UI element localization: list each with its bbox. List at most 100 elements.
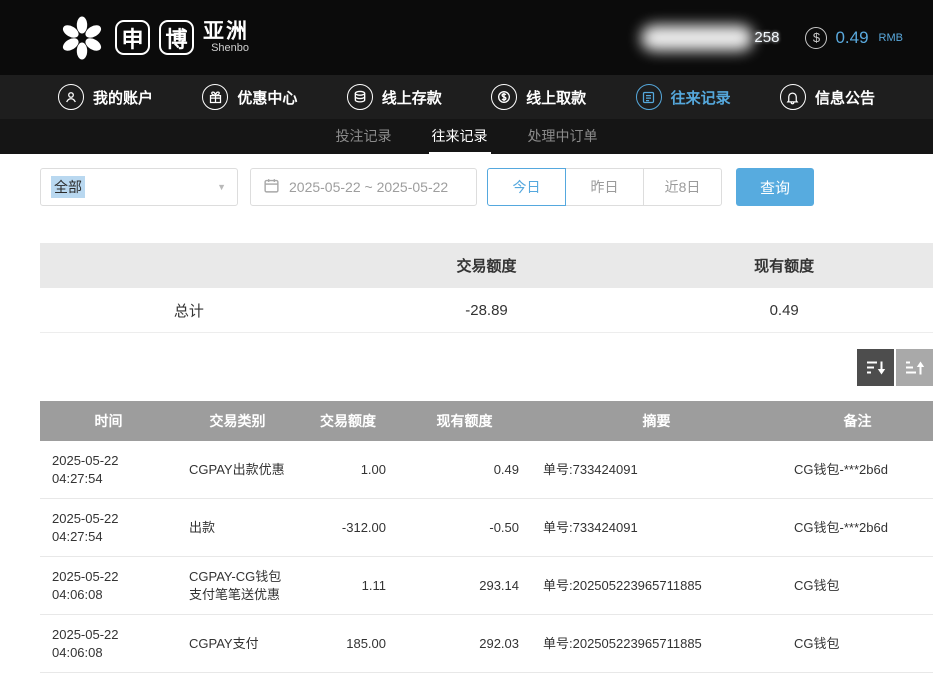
cell-time: 2025-05-22 04:04:21 bbox=[40, 673, 177, 682]
cell-note: CG钱包-***2b6d bbox=[782, 499, 933, 557]
bell-icon bbox=[780, 84, 806, 110]
nav-label: 线上存款 bbox=[382, 87, 442, 108]
nav-item-my-account[interactable]: 我的账户 bbox=[58, 84, 153, 110]
nav-item-promotions[interactable]: 优惠中心 bbox=[202, 84, 297, 110]
nav-label: 往来记录 bbox=[671, 87, 731, 108]
cell-type: CGPAY出款优惠 bbox=[177, 441, 298, 499]
summary-header-amount: 交易额度 bbox=[338, 243, 636, 288]
summary-table: 交易额度 现有额度 总计 -28.89 0.49 bbox=[40, 243, 933, 333]
cell-note: CG钱包 bbox=[782, 557, 933, 615]
cell-amount: 28.00 bbox=[298, 673, 398, 682]
tab-transaction-records[interactable]: 往来记录 bbox=[429, 119, 491, 154]
cell-note bbox=[782, 673, 933, 682]
cell-time: 2025-05-22 04:27:54 bbox=[40, 499, 177, 557]
main-navigation: 我的账户 优惠中心 线上存款 线上取款 bbox=[0, 75, 933, 119]
table-row: 2025-05-22 04:06:08 CGPAY支付 185.00 292.0… bbox=[40, 615, 933, 673]
nav-label: 线上取款 bbox=[526, 87, 586, 108]
cell-summary: 电子钱包月月返现_0520 bbox=[531, 673, 782, 682]
balance-display[interactable]: $ 0.49 RMB bbox=[805, 27, 903, 49]
cell-balance: 107.03 bbox=[398, 673, 531, 682]
dollar-coin-icon: $ bbox=[805, 27, 827, 49]
transaction-records-table: 时间 交易类别 交易额度 现有额度 摘要 备注 2025-05-22 04:27… bbox=[40, 401, 933, 682]
date-range-picker[interactable]: 2025-05-22 ~ 2025-05-22 bbox=[250, 168, 477, 206]
today-button[interactable]: 今日 bbox=[487, 168, 566, 206]
summary-header-row: 交易额度 现有额度 bbox=[40, 243, 933, 288]
cell-amount: 185.00 bbox=[298, 615, 398, 673]
gift-icon bbox=[202, 84, 228, 110]
cell-type: 出款 bbox=[177, 499, 298, 557]
cell-type: CGPAY-CG钱包支付笔笔送优惠 bbox=[177, 557, 298, 615]
nav-label: 优惠中心 bbox=[237, 87, 297, 108]
cell-amount: -312.00 bbox=[298, 499, 398, 557]
records-icon bbox=[636, 84, 662, 110]
tab-processing-orders[interactable]: 处理中订单 bbox=[525, 119, 601, 154]
transaction-type-select[interactable]: 全部 ▼ bbox=[40, 168, 238, 206]
summary-total-row: 总计 -28.89 0.49 bbox=[40, 288, 933, 333]
summary-total-amount: -28.89 bbox=[338, 288, 636, 332]
account-blur-blob bbox=[641, 25, 753, 51]
col-header-time: 时间 bbox=[40, 401, 177, 441]
cell-summary: 单号:202505223965711885 bbox=[531, 615, 782, 673]
flower-logo-icon bbox=[58, 14, 106, 62]
records-header-row: 时间 交易类别 交易额度 现有额度 摘要 备注 bbox=[40, 401, 933, 441]
balance-currency: RMB bbox=[879, 32, 903, 44]
cell-summary: 单号:202505223965711885 bbox=[531, 557, 782, 615]
tab-betting-records[interactable]: 投注记录 bbox=[333, 119, 395, 154]
col-header-amount: 交易额度 bbox=[298, 401, 398, 441]
nav-label: 信息公告 bbox=[815, 87, 875, 108]
cell-type: 存款/取款/打码/损益 bbox=[177, 673, 298, 682]
chevron-down-icon: ▼ bbox=[217, 182, 226, 192]
table-row: 2025-05-22 04:27:54 CGPAY出款优惠 1.00 0.49 … bbox=[40, 441, 933, 499]
col-header-summary: 摘要 bbox=[531, 401, 782, 441]
yesterday-button[interactable]: 昨日 bbox=[565, 168, 644, 206]
nav-item-deposit[interactable]: 线上存款 bbox=[347, 84, 442, 110]
cell-balance: -0.50 bbox=[398, 499, 531, 557]
sub-navigation: 投注记录 往来记录 处理中订单 bbox=[0, 119, 933, 154]
selected-type: 全部 bbox=[51, 176, 85, 198]
cell-balance: 0.49 bbox=[398, 441, 531, 499]
last-8-days-button[interactable]: 近8日 bbox=[643, 168, 722, 206]
cell-note: CG钱包-***2b6d bbox=[782, 441, 933, 499]
date-range-value: 2025-05-22 ~ 2025-05-22 bbox=[289, 179, 448, 195]
balance-amount: 0.49 bbox=[835, 28, 868, 48]
cell-time: 2025-05-22 04:27:54 bbox=[40, 441, 177, 499]
cell-amount: 1.11 bbox=[298, 557, 398, 615]
col-header-balance: 现有额度 bbox=[398, 401, 531, 441]
coins-icon bbox=[347, 84, 373, 110]
filter-bar: 全部 ▼ 2025-05-22 ~ 2025-05-22 今日 昨日 近8日 查… bbox=[40, 168, 933, 206]
cell-type: CGPAY支付 bbox=[177, 615, 298, 673]
banknote-icon bbox=[491, 84, 517, 110]
col-header-note: 备注 bbox=[782, 401, 933, 441]
nav-item-transaction-records[interactable]: 往来记录 bbox=[636, 84, 731, 110]
cell-summary: 单号:733424091 bbox=[531, 441, 782, 499]
cell-time: 2025-05-22 04:06:08 bbox=[40, 615, 177, 673]
table-row: 2025-05-22 04:04:21 存款/取款/打码/损益 28.00 10… bbox=[40, 673, 933, 682]
sort-controls bbox=[0, 349, 933, 386]
search-button[interactable]: 查询 bbox=[736, 168, 814, 206]
cell-note: CG钱包 bbox=[782, 615, 933, 673]
user-icon bbox=[58, 84, 84, 110]
logo-brand-en: Shenbo bbox=[203, 43, 249, 55]
cell-summary: 单号:733424091 bbox=[531, 499, 782, 557]
brand-logo[interactable]: 申 博 亚洲 Shenbo bbox=[58, 14, 249, 62]
nav-item-announcements[interactable]: 信息公告 bbox=[780, 84, 875, 110]
nav-item-withdraw[interactable]: 线上取款 bbox=[491, 84, 586, 110]
account-visible-digits: 258 bbox=[754, 29, 779, 46]
sort-descending-button[interactable] bbox=[857, 349, 894, 386]
logo-region: 亚洲 Shenbo bbox=[203, 21, 249, 55]
logo-char-bo: 博 bbox=[159, 20, 194, 55]
calendar-icon bbox=[263, 177, 280, 197]
summary-header-blank bbox=[40, 243, 338, 288]
nav-label: 我的账户 bbox=[93, 87, 153, 108]
logo-region-cn: 亚洲 bbox=[203, 21, 249, 43]
summary-total-balance: 0.49 bbox=[635, 288, 933, 332]
cell-balance: 293.14 bbox=[398, 557, 531, 615]
quick-range-group: 今日 昨日 近8日 bbox=[487, 168, 722, 206]
summary-total-label: 总计 bbox=[40, 288, 338, 332]
cell-amount: 1.00 bbox=[298, 441, 398, 499]
logo-char-shen: 申 bbox=[115, 20, 150, 55]
top-header: 申 博 亚洲 Shenbo 258 $ 0.49 RMB bbox=[0, 0, 933, 75]
table-row: 2025-05-22 04:06:08 CGPAY-CG钱包支付笔笔送优惠 1.… bbox=[40, 557, 933, 615]
cell-balance: 292.03 bbox=[398, 615, 531, 673]
sort-ascending-button[interactable] bbox=[896, 349, 933, 386]
